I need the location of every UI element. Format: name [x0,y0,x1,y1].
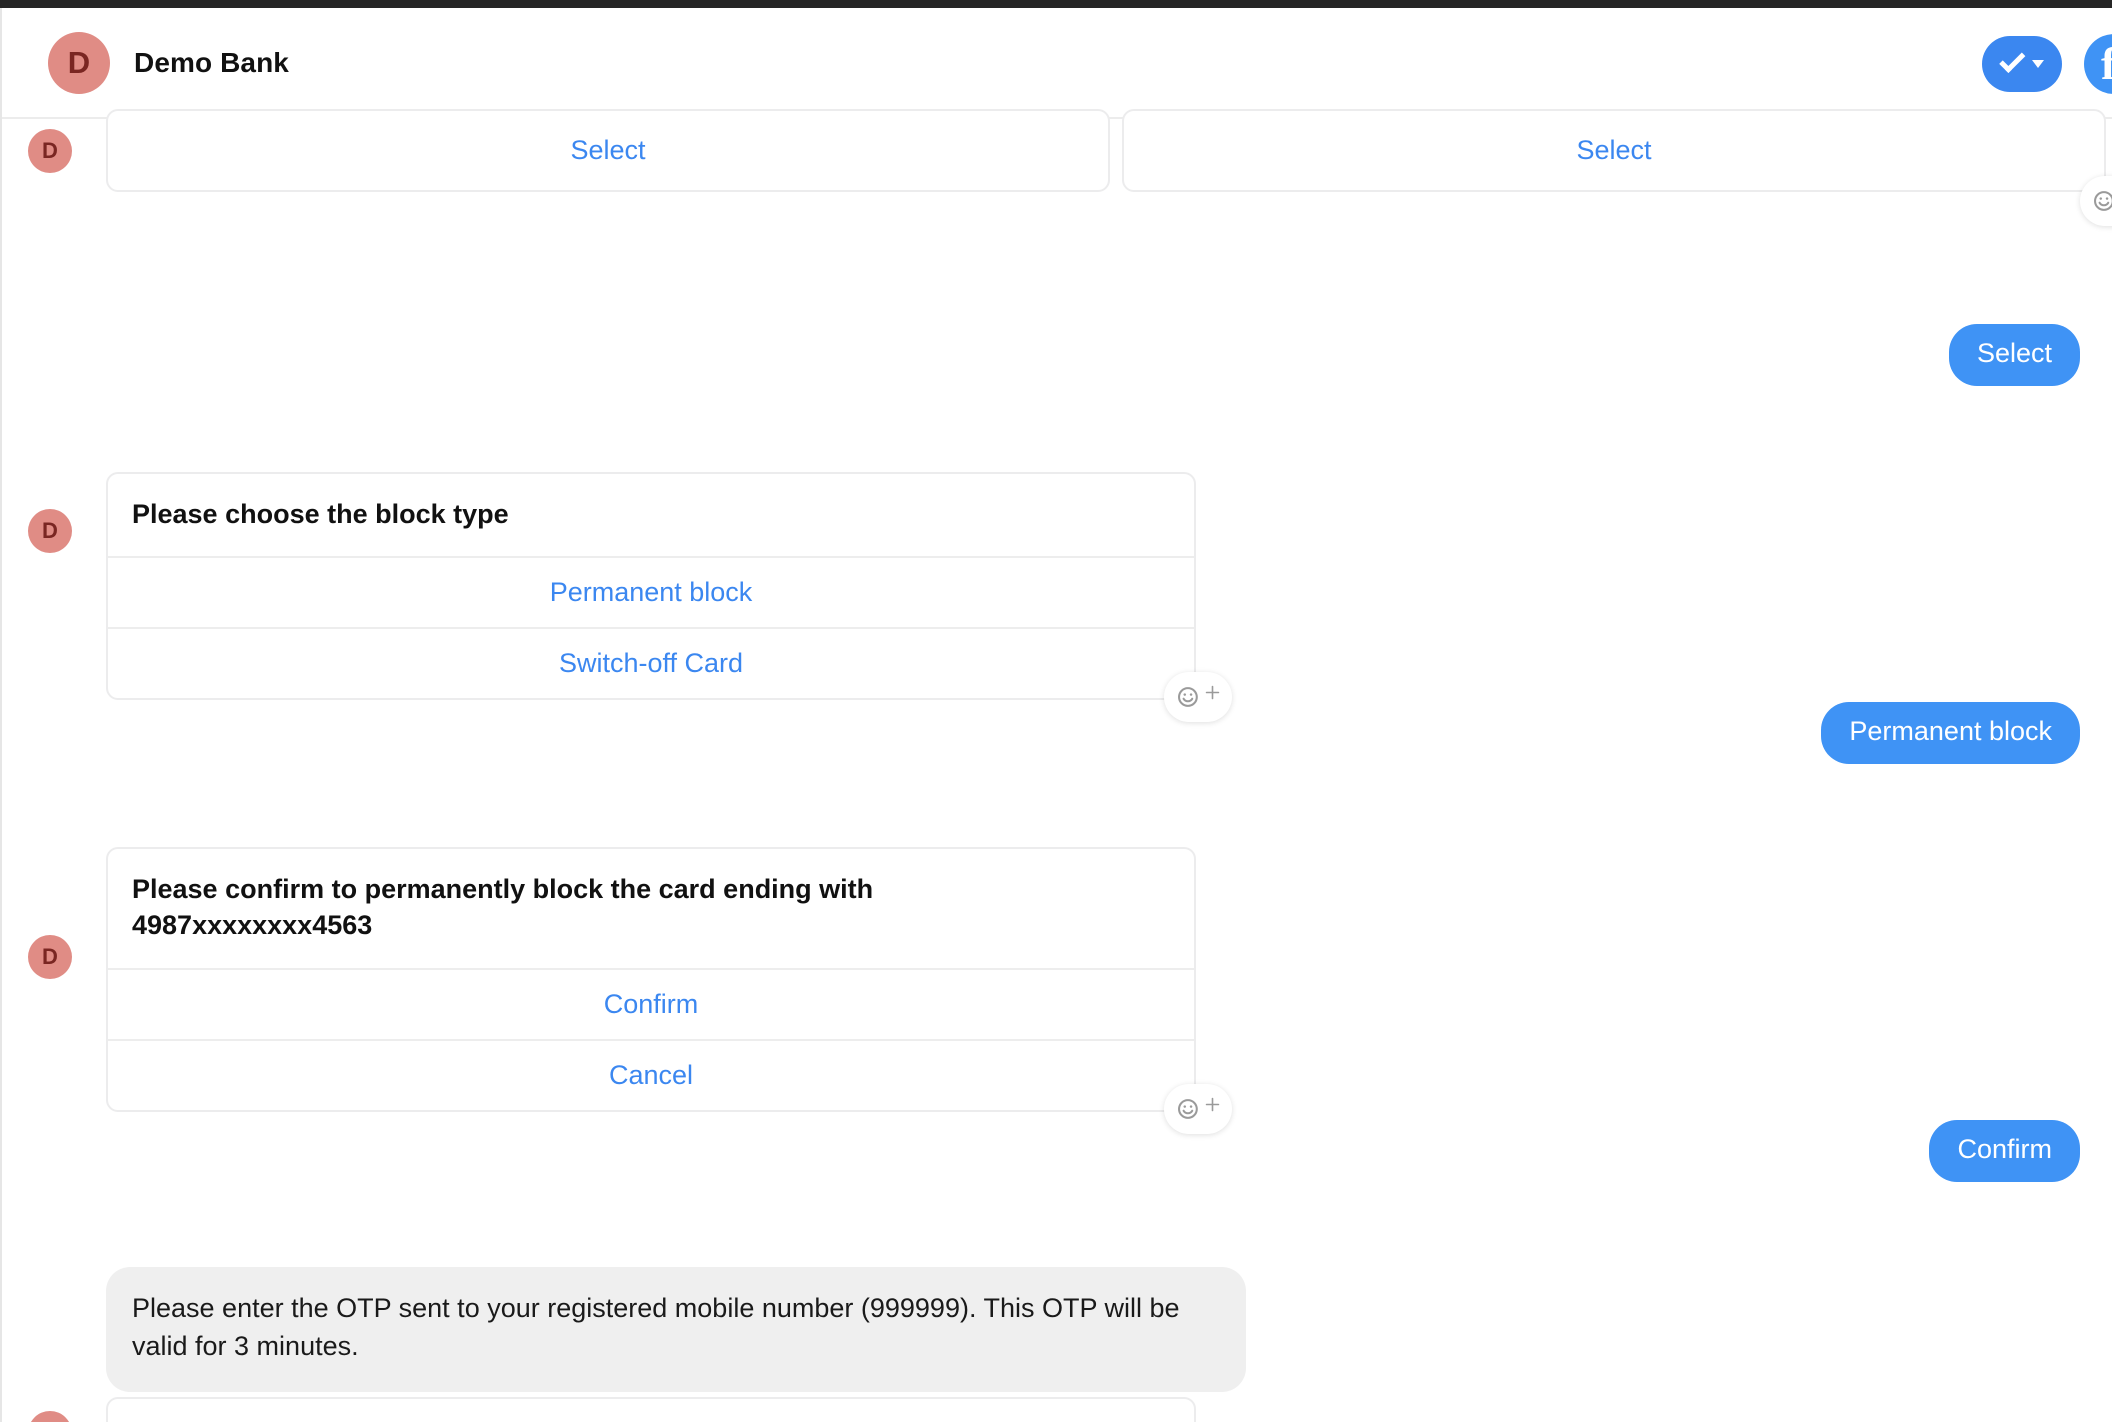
chevron-down-icon [2031,59,2044,68]
window-top-strip [0,0,2112,8]
message-bubble-otp-info: Please enter the OTP sent to your regist… [106,1267,1246,1392]
bot-avatar-initial: D [42,518,58,543]
card-action-switch-off-card[interactable]: Switch-off Card [108,627,1194,698]
smiley-icon [1177,687,1198,708]
plus-icon [1205,686,1219,700]
message-row-sent-confirm: Confirm [1929,1120,2080,1182]
add-reaction-button-block-type[interactable] [1164,672,1232,723]
header-actions: f [1982,8,2112,119]
bot-avatar: D [28,935,72,979]
card-action-select-right[interactable]: Select [1124,111,2104,190]
add-reaction-button-confirm-block[interactable] [1164,1083,1232,1134]
bot-avatar: D [28,1411,72,1422]
chat-window: D Demo Bank f D Select Select Select D P… [0,0,2112,1422]
card-action-confirm[interactable]: Confirm [108,967,1194,1039]
message-row-sent-permanent-block: Permanent block [1821,702,2080,764]
card-action-permanent-block[interactable]: Permanent block [108,556,1194,627]
message-card-resend-otp: You should receive an OTP on this number… [106,1397,1196,1422]
sent-bubble-permanent-block: Permanent block [1821,702,2080,764]
card-title-confirm-block: Please confirm to permanently block the … [132,874,874,941]
header-avatar: D [48,31,110,94]
verified-check-dropdown-button[interactable] [1982,35,2062,92]
bot-avatar: D [28,129,72,173]
chat-header: D Demo Bank f [2,8,2112,119]
check-icon [1998,46,2025,74]
message-card-select-left: Select [106,109,1110,192]
bot-avatar-initial: D [42,944,58,969]
card-title-resend-otp: You should receive an OTP on this number… [108,1399,1194,1422]
facebook-button[interactable]: f [2084,33,2112,94]
bot-avatar-initial: D [42,138,58,163]
header-avatar-initial: D [67,44,91,80]
message-card-block-type: Please choose the block type Permanent b… [106,472,1232,723]
plus-icon [1205,1097,1219,1112]
card-title-block-type: Please choose the block type [132,499,509,529]
bot-avatar: D [28,509,72,553]
facebook-icon: f [2101,37,2112,89]
card-action-cancel[interactable]: Cancel [108,1038,1194,1110]
message-list: D Select Select Select D Please choose t… [2,109,2112,1422]
message-card-confirm-block: Please confirm to permanently block the … [106,847,1232,1134]
smiley-icon [1177,1098,1198,1119]
message-row-sent-select: Select [1948,324,2080,386]
card-action-select-left[interactable]: Select [108,111,1108,190]
sent-bubble-select: Select [1948,324,2080,386]
sent-bubble-confirm: Confirm [1929,1120,2080,1182]
page-title: Demo Bank [134,46,289,78]
smiley-icon [2093,191,2112,211]
message-card-select-right: Select [1122,109,2112,226]
